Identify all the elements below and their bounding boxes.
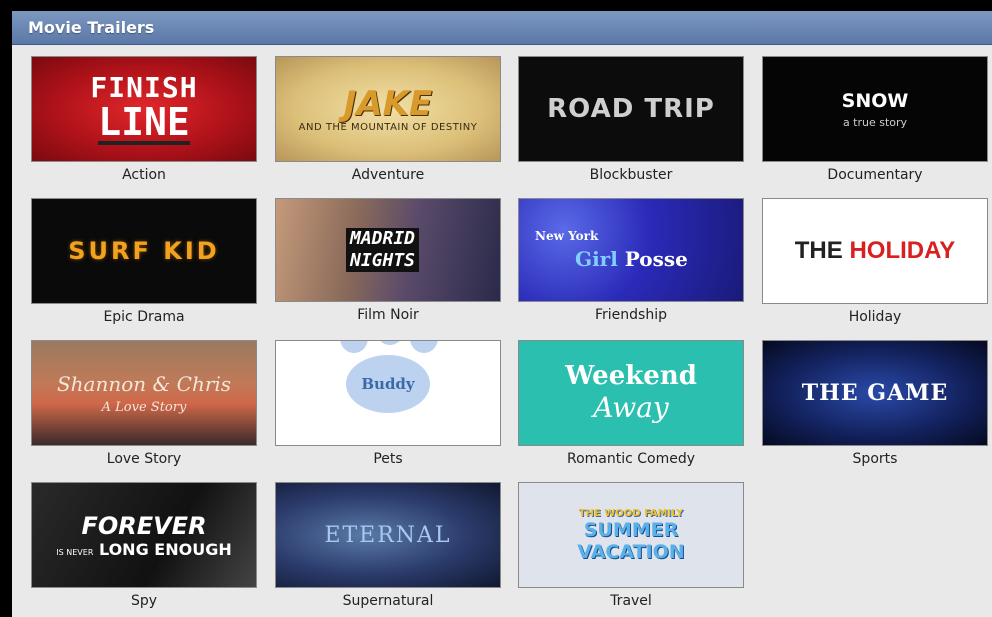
thumbnail-subtitle: LINE xyxy=(98,100,190,145)
trailer-tile-travel[interactable]: THE WOOD FAMILY SUMMER VACATION Travel xyxy=(518,482,744,610)
trailer-tile-adventure[interactable]: JAKE AND THE MOUNTAIN OF DESTINY Adventu… xyxy=(275,56,501,184)
thumbnail-title: MADRID xyxy=(346,228,420,250)
trailer-thumbnail[interactable]: MADRID NIGHTS xyxy=(275,198,501,302)
thumbnail-subtitle: NIGHTS xyxy=(346,250,420,272)
trailer-caption[interactable]: Friendship xyxy=(518,306,744,324)
paw-toe-shape xyxy=(410,341,438,353)
thumbnail-word: THE xyxy=(794,237,843,264)
thumbnail-subtitle: IS NEVER LONG ENOUGH xyxy=(56,540,231,559)
thumbnail-title: Buddy xyxy=(361,375,415,393)
thumbnail-word: Girl xyxy=(575,247,618,271)
trailer-caption[interactable]: Sports xyxy=(762,450,988,468)
thumbnail-title: FOREVER xyxy=(81,511,207,540)
trailer-tile-spy[interactable]: FOREVER IS NEVER LONG ENOUGH Spy xyxy=(31,482,257,610)
trailer-thumbnail[interactable]: ROAD TRIP xyxy=(518,56,744,162)
thumbnail-word: IS NEVER xyxy=(56,547,94,557)
trailer-tile-blockbuster[interactable]: ROAD TRIP Blockbuster xyxy=(518,56,744,184)
thumbnail-title: ROAD TRIP xyxy=(547,94,715,124)
thumbnail-subtitle: a true story xyxy=(842,115,908,129)
thumbnail-title: Shannon & Chris xyxy=(56,371,232,396)
thumbnail-title: THE WOOD FAMILY xyxy=(578,507,684,519)
thumbnail-subtitle: Away xyxy=(593,391,669,424)
trailer-caption[interactable]: Documentary xyxy=(762,166,988,184)
thumbnail-subtitle: AND THE MOUNTAIN OF DESTINY xyxy=(298,121,478,133)
thumbnail-subtitle: SUMMER VACATION xyxy=(577,518,685,563)
trailer-tile-sports[interactable]: THE GAME Sports xyxy=(762,340,988,468)
trailer-caption[interactable]: Adventure xyxy=(275,166,501,184)
trailer-caption[interactable]: Blockbuster xyxy=(518,166,744,184)
thumbnail-title: THE GAME xyxy=(801,380,949,406)
trailer-caption[interactable]: Love Story xyxy=(31,450,257,468)
trailer-thumbnail[interactable]: JAKE AND THE MOUNTAIN OF DESTINY xyxy=(275,56,501,162)
trailer-tile-romantic-comedy[interactable]: Weekend Away Romantic Comedy xyxy=(518,340,744,468)
trailer-thumbnail[interactable]: Buddy xyxy=(275,340,501,446)
trailer-caption[interactable]: Film Noir xyxy=(275,306,501,324)
trailer-caption[interactable]: Epic Drama xyxy=(31,308,257,326)
trailer-caption[interactable]: Holiday xyxy=(762,308,988,326)
trailer-tile-documentary[interactable]: SNOW a true story Documentary xyxy=(762,56,988,184)
trailer-caption[interactable]: Pets xyxy=(275,450,501,468)
paw-print-icon: Buddy xyxy=(340,341,438,413)
thumbnail-title: New York xyxy=(535,229,599,243)
trailer-tile-epic-drama[interactable]: SURF KID Epic Drama xyxy=(31,198,257,326)
trailer-thumbnail[interactable]: ETERNAL xyxy=(275,482,501,588)
trailer-thumbnail[interactable]: Weekend Away xyxy=(518,340,744,446)
thumbnail-word: Posse xyxy=(624,247,688,271)
trailer-thumbnail[interactable]: THE GAME xyxy=(762,340,988,446)
thumbnail-word: HOLIDAY xyxy=(849,237,956,264)
panel-title: Movie Trailers xyxy=(12,11,992,45)
thumbnail-title: FINISH xyxy=(90,71,198,104)
trailer-thumbnail[interactable]: SURF KID xyxy=(31,198,257,304)
trailer-thumbnail[interactable]: THE HOLIDAY xyxy=(762,198,988,304)
thumbnail-title: SNOW xyxy=(841,89,909,112)
thumbnail-title: JAKE xyxy=(343,83,433,124)
trailer-caption[interactable]: Spy xyxy=(31,592,257,610)
trailer-tile-friendship[interactable]: New York Girl Posse Friendship xyxy=(518,198,744,324)
trailer-tile-action[interactable]: FINISH LINE Action xyxy=(31,56,257,184)
trailer-caption[interactable]: Travel xyxy=(518,592,744,610)
thumbnail-title: Weekend xyxy=(565,361,697,391)
thumbnail-subtitle: A Love Story xyxy=(101,399,187,415)
trailer-tile-love-story[interactable]: Shannon & Chris A Love Story Love Story xyxy=(31,340,257,468)
trailer-thumbnail[interactable]: FINISH LINE xyxy=(31,56,257,162)
thumbnail-subtitle: Girl Posse xyxy=(535,247,688,271)
thumbnail-title: SURF KID xyxy=(68,237,220,265)
thumbnail-word: LONG ENOUGH xyxy=(98,539,232,559)
movie-trailers-panel: Movie Trailers FINISH LINE Action JAKE A… xyxy=(12,11,992,617)
trailer-caption[interactable]: Action xyxy=(31,166,257,184)
trailer-caption[interactable]: Supernatural xyxy=(275,592,501,610)
trailer-tile-pets[interactable]: Buddy Pets xyxy=(275,340,501,468)
trailer-thumbnail[interactable]: Shannon & Chris A Love Story xyxy=(31,340,257,446)
trailer-tile-film-noir[interactable]: MADRID NIGHTS Film Noir xyxy=(275,198,501,324)
thumbnail-title: ETERNAL xyxy=(324,522,452,548)
trailer-thumbnail[interactable]: FOREVER IS NEVER LONG ENOUGH xyxy=(31,482,257,588)
paw-toe-shape xyxy=(340,341,368,353)
paw-toe-shape xyxy=(376,341,404,345)
trailer-tile-holiday[interactable]: THE HOLIDAY Holiday xyxy=(762,198,988,326)
trailer-caption[interactable]: Romantic Comedy xyxy=(518,450,744,468)
trailer-tile-supernatural[interactable]: ETERNAL Supernatural xyxy=(275,482,501,610)
thumbnail-title: THE HOLIDAY xyxy=(795,237,955,265)
trailer-thumbnail[interactable]: THE WOOD FAMILY SUMMER VACATION xyxy=(518,482,744,588)
trailer-thumbnail[interactable]: SNOW a true story xyxy=(762,56,988,162)
trailer-thumbnail[interactable]: New York Girl Posse xyxy=(518,198,744,302)
